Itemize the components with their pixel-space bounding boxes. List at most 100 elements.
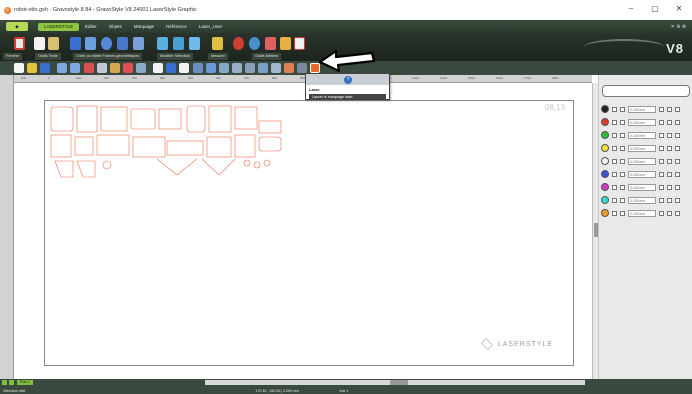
- enable-checkbox[interactable]: [612, 119, 617, 125]
- machine-icon[interactable]: [284, 63, 294, 73]
- color-row[interactable]: 0.100 mm: [599, 194, 692, 206]
- color-swatch-icon[interactable]: [601, 131, 609, 139]
- rectangle-icon[interactable]: [153, 63, 163, 73]
- color-row[interactable]: 0.100 mm: [599, 142, 692, 154]
- option-checkbox[interactable]: [667, 171, 672, 177]
- panel-tool-strip[interactable]: [602, 85, 690, 97]
- paste-icon[interactable]: [110, 63, 120, 73]
- output-icon[interactable]: [297, 63, 307, 73]
- enable-checkbox[interactable]: [612, 184, 617, 190]
- option-checkbox[interactable]: [667, 158, 672, 164]
- option-checkbox[interactable]: [659, 132, 664, 138]
- close-button[interactable]: ✕: [672, 4, 686, 13]
- visible-checkbox[interactable]: [620, 119, 625, 125]
- node-edit-icon[interactable]: [85, 37, 96, 50]
- shape-circle-icon[interactable]: [101, 37, 112, 50]
- horizontal-scrollbar[interactable]: [205, 380, 585, 385]
- option-checkbox[interactable]: [675, 210, 680, 216]
- menu-laser-user[interactable]: Laser_User: [193, 24, 228, 29]
- option-checkbox[interactable]: [675, 106, 680, 112]
- option-checkbox[interactable]: [675, 145, 680, 151]
- text-tool-icon[interactable]: [34, 37, 45, 50]
- option-checkbox[interactable]: [675, 132, 680, 138]
- option-checkbox[interactable]: [659, 184, 664, 190]
- enable-checkbox[interactable]: [612, 197, 617, 203]
- color-swatch-icon[interactable]: [601, 118, 609, 126]
- menu-reference[interactable]: Référence: [160, 24, 193, 29]
- select-icon[interactable]: [166, 63, 176, 73]
- menu-laserstyle[interactable]: LASERSTYLE: [38, 22, 80, 31]
- option-checkbox[interactable]: [675, 184, 680, 190]
- color-swatch-icon[interactable]: [601, 183, 609, 191]
- layer-add-icon[interactable]: [2, 380, 7, 385]
- drawing-canvas[interactable]: 08.13 LASERSTYLE: [14, 83, 592, 379]
- color-row[interactable]: 0.100 mm: [599, 181, 692, 193]
- option-checkbox[interactable]: [659, 145, 664, 151]
- redo-icon[interactable]: [70, 63, 80, 73]
- option-checkbox[interactable]: [659, 210, 664, 216]
- undo-icon[interactable]: [57, 63, 67, 73]
- cut-icon[interactable]: [84, 63, 94, 73]
- maximize-button[interactable]: ▢: [648, 4, 662, 13]
- visible-checkbox[interactable]: [620, 145, 625, 151]
- option-checkbox[interactable]: [659, 197, 664, 203]
- color-row[interactable]: 0.100 mm: [599, 155, 692, 167]
- visible-checkbox[interactable]: [620, 132, 625, 138]
- delete-icon[interactable]: [123, 63, 133, 73]
- visible-checkbox[interactable]: [620, 158, 625, 164]
- option-checkbox[interactable]: [675, 158, 680, 164]
- tool-width-field[interactable]: 0.100 mm: [628, 131, 656, 139]
- option-checkbox[interactable]: [667, 119, 672, 125]
- enable-checkbox[interactable]: [612, 145, 617, 151]
- settings-icon[interactable]: [249, 37, 260, 50]
- measure-icon[interactable]: [212, 37, 223, 50]
- contour-icon[interactable]: [245, 63, 255, 73]
- folder-icon[interactable]: [280, 37, 291, 50]
- color-row[interactable]: 0.100 mm: [599, 116, 692, 128]
- zoom-icon[interactable]: [136, 63, 146, 73]
- ribbon-controls[interactable]: ✕ ⊕ ⊗: [671, 24, 686, 30]
- option-checkbox[interactable]: [675, 119, 680, 125]
- color-tool-icon[interactable]: [265, 37, 276, 50]
- layer-remove-icon[interactable]: [9, 380, 14, 385]
- enable-checkbox[interactable]: [612, 158, 617, 164]
- option-checkbox[interactable]: [667, 210, 672, 216]
- distribute-icon[interactable]: [173, 37, 184, 50]
- pen-icon[interactable]: [193, 63, 203, 73]
- enable-checkbox[interactable]: [612, 171, 617, 177]
- weld-icon[interactable]: [232, 63, 242, 73]
- tool-width-field[interactable]: 0.100 mm: [628, 157, 656, 165]
- color-swatch-icon[interactable]: [601, 196, 609, 204]
- menu-objets[interactable]: Objets: [103, 24, 128, 29]
- wand-icon[interactable]: [219, 63, 229, 73]
- tool-width-field[interactable]: 0.100 mm: [628, 170, 656, 178]
- color-row[interactable]: 0.100 mm: [599, 207, 692, 219]
- option-checkbox[interactable]: [667, 197, 672, 203]
- window-icon[interactable]: [14, 37, 25, 50]
- align-icon[interactable]: [157, 37, 168, 50]
- cut-parts-drawing[interactable]: [47, 101, 287, 191]
- minimize-button[interactable]: –: [624, 4, 638, 13]
- node-icon[interactable]: [206, 63, 216, 73]
- save-icon[interactable]: [40, 63, 50, 73]
- new-icon[interactable]: [14, 63, 24, 73]
- option-checkbox[interactable]: [659, 158, 664, 164]
- color-swatch-icon[interactable]: [601, 157, 609, 165]
- option-checkbox[interactable]: [667, 145, 672, 151]
- text-edit-icon[interactable]: [48, 37, 59, 50]
- color-swatch-icon[interactable]: [601, 105, 609, 113]
- tool-width-field[interactable]: 0.100 mm: [628, 118, 656, 126]
- work-page[interactable]: 08.13 LASERSTYLE: [44, 100, 574, 366]
- open-icon[interactable]: [27, 63, 37, 73]
- visible-checkbox[interactable]: [620, 171, 625, 177]
- color-swatch-icon[interactable]: [601, 209, 609, 217]
- option-checkbox[interactable]: [667, 132, 672, 138]
- color-row[interactable]: 0.100 mm: [599, 129, 692, 141]
- option-checkbox[interactable]: [659, 106, 664, 112]
- shape-ellipse-icon[interactable]: [117, 37, 128, 50]
- option-checkbox[interactable]: [667, 184, 672, 190]
- option-checkbox[interactable]: [675, 197, 680, 203]
- tool-width-field[interactable]: 0.100 mm: [628, 196, 656, 204]
- color-swatch-icon[interactable]: [601, 170, 609, 178]
- enable-checkbox[interactable]: [612, 106, 617, 112]
